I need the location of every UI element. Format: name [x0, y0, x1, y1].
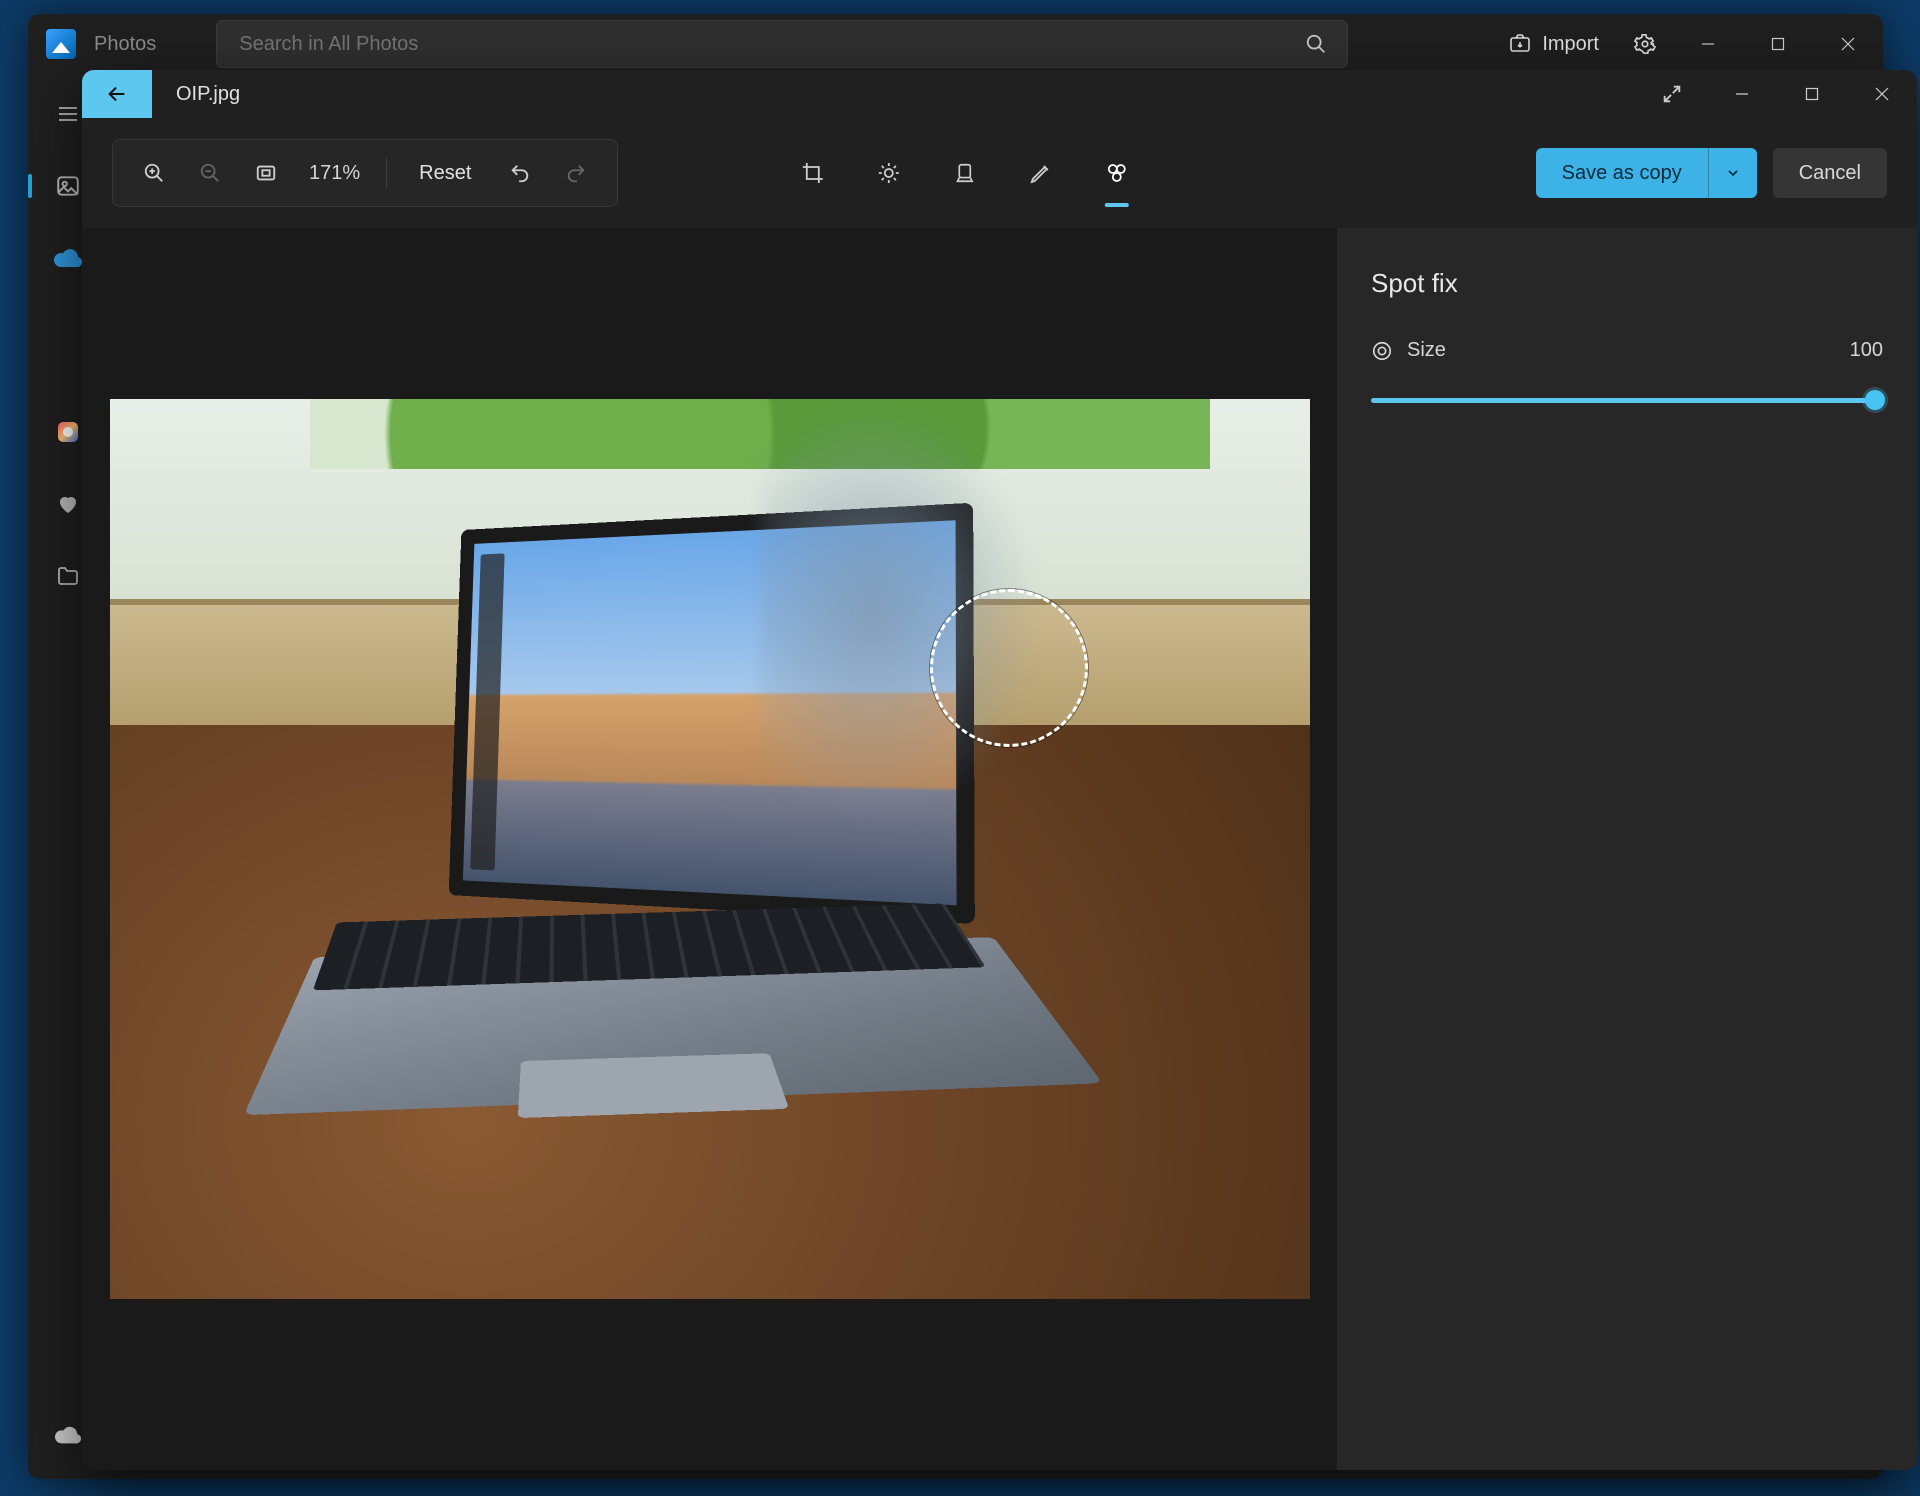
chevron-down-icon — [1725, 165, 1741, 181]
undo-icon — [509, 162, 531, 184]
search-input[interactable] — [237, 32, 1305, 57]
expand-icon — [1661, 83, 1683, 105]
separator — [386, 158, 387, 188]
folder-icon — [56, 564, 80, 588]
maximize-icon — [1771, 37, 1785, 51]
zoom-out-icon — [199, 162, 221, 184]
size-slider[interactable] — [1371, 388, 1883, 412]
zoom-in-icon — [143, 162, 165, 184]
search-bar[interactable] — [216, 20, 1348, 68]
save-button[interactable]: Save as copy — [1536, 148, 1708, 198]
window-close-button[interactable] — [1813, 14, 1883, 74]
photos-titlebar: Photos Import — [28, 14, 1883, 74]
size-label: Size — [1407, 339, 1446, 362]
window-minimize-button[interactable] — [1673, 14, 1743, 74]
pen-icon — [1028, 161, 1052, 185]
window-maximize-button[interactable] — [1743, 14, 1813, 74]
save-dropdown-button[interactable] — [1708, 148, 1757, 198]
photos-titlebar-right: Import — [1490, 14, 1883, 74]
photo-editor-window: OIP.jpg — [82, 70, 1917, 1470]
arrow-left-icon — [106, 83, 128, 105]
zoom-in-button[interactable] — [131, 150, 177, 196]
gear-icon — [1634, 33, 1656, 55]
spot-fix-icon — [1104, 161, 1128, 185]
canvas-area[interactable] — [82, 228, 1337, 1470]
spot-fix-panel: Spot fix Size 100 — [1337, 228, 1917, 1470]
markup-tab[interactable] — [1016, 145, 1064, 201]
panel-title: Spot fix — [1371, 268, 1883, 299]
editor-close-button[interactable] — [1847, 70, 1917, 118]
fit-screen-icon — [255, 162, 277, 184]
filter-icon — [953, 161, 975, 185]
cloud-icon — [55, 1426, 81, 1444]
fit-to-screen-button[interactable] — [243, 150, 289, 196]
fullscreen-button[interactable] — [1637, 70, 1707, 118]
icloud-icon — [56, 420, 80, 444]
retouch-tab[interactable] — [1092, 145, 1140, 201]
import-icon — [1508, 32, 1532, 56]
crop-tab[interactable] — [788, 145, 836, 201]
edit-mode-tabs — [788, 145, 1140, 201]
cloud-icon — [54, 249, 82, 267]
zoom-level: 171% — [299, 162, 370, 185]
zoom-toolbar: 171% Reset — [112, 139, 618, 207]
save-split-button: Save as copy — [1536, 148, 1757, 198]
cancel-button[interactable]: Cancel — [1773, 148, 1887, 198]
editor-body: 171% Reset — [82, 118, 1917, 1470]
photo-icon — [55, 173, 81, 199]
import-label: Import — [1542, 33, 1599, 56]
photos-app-name: Photos — [94, 33, 156, 56]
brightness-icon — [876, 161, 900, 185]
filter-tab[interactable] — [940, 145, 988, 201]
redo-icon — [565, 162, 587, 184]
redo-button[interactable] — [553, 150, 599, 196]
close-icon — [1875, 87, 1889, 101]
save-label: Save as copy — [1562, 162, 1682, 185]
editor-titlebar: OIP.jpg — [82, 70, 1917, 118]
minimize-icon — [1735, 87, 1749, 101]
close-icon — [1841, 37, 1855, 51]
spot-fix-cursor[interactable] — [930, 589, 1088, 747]
settings-button[interactable] — [1617, 14, 1673, 74]
reset-label: Reset — [419, 162, 471, 185]
action-buttons: Save as copy Cancel — [1536, 148, 1887, 198]
maximize-icon — [1805, 87, 1819, 101]
editor-toolbar: 171% Reset — [82, 118, 1917, 228]
back-button[interactable] — [82, 70, 152, 118]
import-button[interactable]: Import — [1490, 14, 1617, 74]
heart-icon — [56, 492, 80, 516]
editor-titlebar-right — [1637, 70, 1917, 118]
slider-thumb[interactable] — [1865, 390, 1885, 410]
editor-maximize-button[interactable] — [1777, 70, 1847, 118]
search-icon[interactable] — [1305, 33, 1327, 55]
hamburger-icon — [56, 102, 80, 126]
crop-icon — [800, 161, 824, 185]
target-icon — [1371, 340, 1393, 362]
cancel-label: Cancel — [1799, 162, 1861, 185]
undo-button[interactable] — [497, 150, 543, 196]
editor-minimize-button[interactable] — [1707, 70, 1777, 118]
size-row: Size 100 — [1371, 339, 1883, 362]
adjust-tab[interactable] — [864, 145, 912, 201]
zoom-out-button[interactable] — [187, 150, 233, 196]
slider-track — [1371, 398, 1883, 403]
photos-app-logo-icon — [46, 29, 76, 59]
size-value: 100 — [1850, 339, 1883, 362]
file-name: OIP.jpg — [176, 83, 240, 106]
minimize-icon — [1701, 37, 1715, 51]
reset-button[interactable]: Reset — [403, 150, 487, 196]
photo-preview[interactable] — [110, 399, 1310, 1299]
